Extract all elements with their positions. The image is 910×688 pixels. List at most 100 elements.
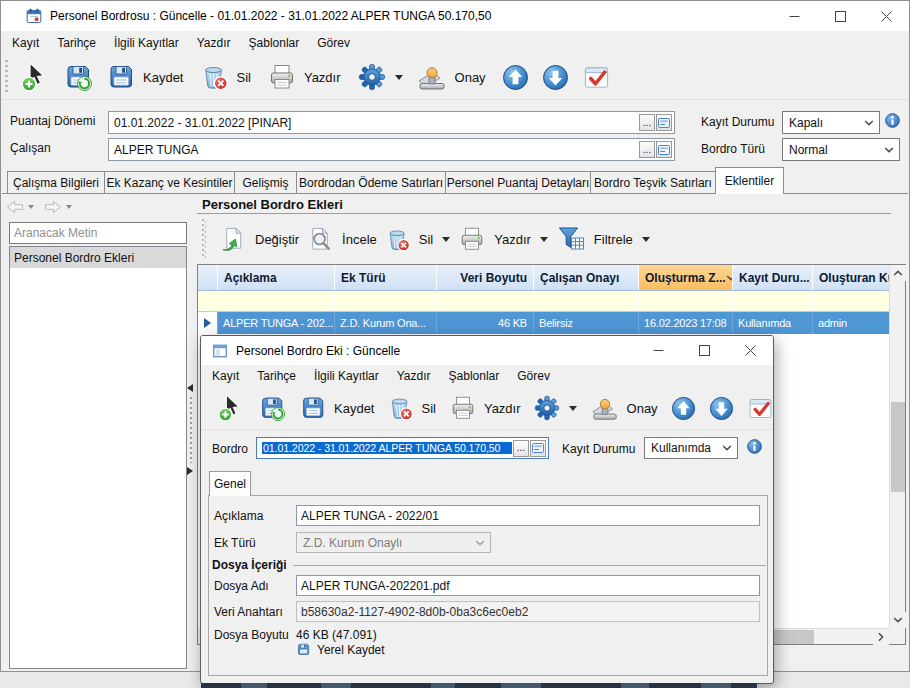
dialog-title: Personel Bordro Eki : Güncelle xyxy=(236,344,400,358)
dialog-menu-tarihce[interactable]: Tarihçe xyxy=(248,369,305,383)
tab-bordrodan-odeme[interactable]: Bordrodan Ödeme Satırları xyxy=(296,171,446,194)
veri-anahtari-label: Veri Anahtarı xyxy=(214,605,283,619)
save-refresh-button[interactable] xyxy=(63,62,93,92)
dialog-approve-button[interactable]: Onay xyxy=(590,394,658,422)
next-record-button[interactable] xyxy=(542,64,569,91)
inspect-attachment-button[interactable]: İncele xyxy=(307,226,377,253)
dialog-window: Personel Bordro Eki : Güncelle Kayıt Tar… xyxy=(200,335,774,684)
search-input[interactable] xyxy=(9,222,187,244)
puantaj-ellipsis-button[interactable]: ... xyxy=(639,114,655,131)
bordro-ellipsis-button[interactable]: ... xyxy=(513,440,529,457)
menu-gorev[interactable]: Görev xyxy=(308,36,359,50)
edit-attachment-button[interactable]: Değiştir xyxy=(220,226,299,253)
print-button[interactable]: Yazdır xyxy=(267,62,341,92)
tab-personel-puantaj[interactable]: Personel Puantaj Detayları xyxy=(445,171,591,194)
tab-bordro-tesvik[interactable]: Bordro Teşvik Satırları xyxy=(590,171,716,194)
grid-header-ek-turu[interactable]: Ek Türü xyxy=(335,265,437,290)
dialog-previous-button[interactable] xyxy=(671,396,696,421)
nav-forward-caret[interactable] xyxy=(66,205,72,209)
dialog-menu-yazdir[interactable]: Yazdır xyxy=(388,369,440,383)
nav-forward-button[interactable] xyxy=(44,200,62,214)
splitter-collapse-icon[interactable] xyxy=(187,384,193,392)
scroll-down-button[interactable] xyxy=(890,612,906,628)
dosya-adi-input[interactable]: ALPER TUNGA-202201.pdf xyxy=(296,575,760,596)
grid-header-olusturma-zamani[interactable]: Oluşturma Z... xyxy=(639,265,733,290)
dialog-settings-button[interactable] xyxy=(534,395,577,421)
print-attachment-button[interactable]: Yazdır xyxy=(458,225,548,253)
grid-header-calisan-onayi[interactable]: Çalışan Onayı xyxy=(534,265,639,290)
main-toolbar: Kaydet Sil Yazdır Onay xyxy=(1,55,909,100)
yerel-kaydet-button[interactable]: Yerel Kaydet xyxy=(296,642,385,657)
dialog-print-button[interactable]: Yazdır xyxy=(449,394,521,422)
dialog-menu-ilgili-kayitlar[interactable]: İlgili Kayıtlar xyxy=(305,369,388,383)
dialog-maximize-button[interactable] xyxy=(681,336,727,365)
dialog-next-button[interactable] xyxy=(709,396,734,421)
nav-back-button[interactable] xyxy=(6,200,24,214)
puantaj-donemi-input[interactable]: 01.01.2022 - 31.01.2022 [PINAR] ... xyxy=(108,111,675,134)
splitter-expand-icon[interactable] xyxy=(187,467,193,475)
filter-button[interactable]: Filtrele xyxy=(556,224,650,254)
menu-tarihce[interactable]: Tarihçe xyxy=(48,36,105,50)
minimize-button[interactable] xyxy=(771,1,817,31)
dialog-menu-sablonlar[interactable]: Şablonlar xyxy=(440,369,509,383)
grid-header-kayit-durumu[interactable]: Kayıt Duru... xyxy=(733,265,813,290)
dialog-new-button[interactable] xyxy=(217,394,245,422)
delete-button[interactable]: Sil xyxy=(200,62,250,92)
menu-yazdir[interactable]: Yazdır xyxy=(188,36,240,50)
tab-eklentiler[interactable]: Eklentiler xyxy=(715,167,784,194)
kayit-durumu-combo[interactable]: Kapalı xyxy=(782,111,880,134)
dialog-info-icon[interactable] xyxy=(747,439,762,454)
maximize-button[interactable] xyxy=(817,1,863,31)
splitter-handle[interactable] xyxy=(190,397,192,463)
dialog-close-button[interactable] xyxy=(727,336,773,365)
bordro-lookup-button[interactable] xyxy=(530,440,546,457)
dialog-save-refresh-button[interactable] xyxy=(258,394,286,422)
list-item-personel-bordro-ekleri[interactable]: Personel Bordro Ekleri xyxy=(10,247,186,268)
menu-kayit[interactable]: Kayıt xyxy=(3,36,48,50)
attachments-toolbar-handle[interactable] xyxy=(202,219,206,259)
scroll-right-button[interactable] xyxy=(873,629,889,645)
calisan-ellipsis-button[interactable]: ... xyxy=(639,141,655,158)
dialog-minimize-button[interactable] xyxy=(635,336,681,365)
vertical-scroll-thumb[interactable] xyxy=(891,402,905,492)
new-button[interactable] xyxy=(20,62,50,92)
dialog-complete-button[interactable] xyxy=(747,395,774,422)
settings-button[interactable] xyxy=(358,63,403,91)
aciklama-input[interactable]: ALPER TUNGA - 2022/01 xyxy=(296,505,760,526)
menu-sablonlar[interactable]: Şablonlar xyxy=(240,36,309,50)
approve-button[interactable]: Onay xyxy=(416,62,486,92)
grid-row-selected[interactable]: ALPER TUNGA - 202... Z.D. Kurum Ona... 4… xyxy=(198,312,889,334)
tab-gelismis[interactable]: Gelişmiş xyxy=(234,171,297,194)
calisan-input[interactable]: ALPER TUNGA ... xyxy=(108,138,675,161)
grid-header-veri-boyutu[interactable]: Veri Boyutu xyxy=(437,265,534,290)
grid-header-olusturan[interactable]: Oluşturan Ku xyxy=(813,265,889,290)
nav-back-caret[interactable] xyxy=(28,205,34,209)
kayit-durumu-info-icon[interactable] xyxy=(885,113,900,128)
dialog-menu-kayit[interactable]: Kayıt xyxy=(203,369,248,383)
approve-stamp-icon xyxy=(416,62,448,92)
calisan-lookup-button[interactable] xyxy=(656,141,672,158)
vertical-scrollbar[interactable] xyxy=(889,265,905,628)
complete-button[interactable] xyxy=(582,63,611,92)
save-button[interactable]: Kaydet xyxy=(106,62,183,92)
dialog-menu-gorev[interactable]: Görev xyxy=(508,369,559,383)
menu-ilgili-kayitlar[interactable]: İlgili Kayıtlar xyxy=(105,36,188,50)
scroll-up-button[interactable] xyxy=(890,265,906,281)
dialog-delete-button[interactable]: Sil xyxy=(387,394,435,422)
bordro-input[interactable]: 01.01.2022 - 31.01.2022 ALPER TUNGA 50.1… xyxy=(256,437,549,459)
puantaj-lookup-button[interactable] xyxy=(656,114,672,131)
bordro-turu-combo[interactable]: Normal xyxy=(782,138,900,161)
toolbar-drag-handle[interactable] xyxy=(5,60,8,94)
previous-record-button[interactable] xyxy=(502,64,529,91)
tab-calisma-bilgileri[interactable]: Çalışma Bilgileri xyxy=(7,171,105,194)
tab-genel[interactable]: Genel xyxy=(209,471,251,496)
delete-attachment-button[interactable]: Sil xyxy=(385,226,450,253)
attachments-toolbar: Değiştir İncele Sil Yazdır Filtrele xyxy=(197,215,899,263)
dialog-save-button[interactable]: Kaydet xyxy=(299,394,374,422)
dialog-kayit-durumu-combo[interactable]: Kullanımda xyxy=(644,437,738,459)
tab-ek-kazanc[interactable]: Ek Kazanç ve Kesintiler xyxy=(104,171,235,194)
veri-anahtari-input[interactable]: b58630a2-1127-4902-8d0b-0ba3c6ec0eb2 xyxy=(296,601,760,622)
close-button[interactable] xyxy=(863,1,909,31)
print-icon xyxy=(449,394,477,422)
grid-header-aciklama[interactable]: Açıklama xyxy=(218,265,335,290)
